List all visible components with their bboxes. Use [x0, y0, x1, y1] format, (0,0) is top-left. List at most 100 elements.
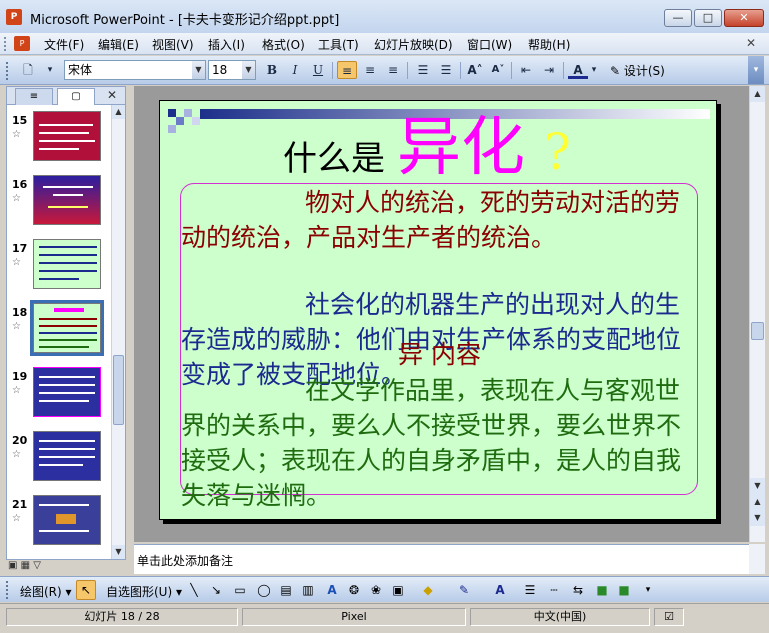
line-icon[interactable]: ╲	[186, 582, 202, 598]
draw-menu[interactable]: 绘图(R) ▾	[20, 583, 72, 600]
slide-preview[interactable]	[30, 300, 104, 356]
dash-style-icon[interactable]: ┄	[546, 582, 562, 598]
slide-thumbnail-18[interactable]: 18 ☆	[7, 300, 111, 361]
underline-button[interactable]: U	[308, 61, 328, 79]
scroll-thumb[interactable]	[113, 355, 124, 425]
autoshapes-menu[interactable]: 自选图形(U) ▾	[106, 583, 182, 600]
slide-scrollbar[interactable]: ▲ ▼ ▲ ▼	[749, 86, 765, 542]
document-icon[interactable]: P	[14, 36, 30, 51]
line-style-icon[interactable]: ☰	[522, 582, 538, 598]
tab-outline[interactable]: ≡	[15, 88, 53, 105]
slide-title-question[interactable]: ?	[544, 123, 571, 181]
slide-thumbnail-19[interactable]: 19 ☆	[7, 365, 111, 425]
menu-insert[interactable]: 插入(I)	[208, 36, 245, 53]
arrow-style-icon[interactable]: ⇆	[570, 582, 586, 598]
menu-help[interactable]: 帮助(H)	[528, 36, 570, 53]
powerpoint-app-icon[interactable]: P	[6, 9, 22, 25]
select-objects-icon[interactable]: ↖	[76, 580, 96, 600]
font-size-select[interactable]: 18 ▼	[208, 60, 256, 80]
menu-edit[interactable]: 编辑(E)	[98, 36, 139, 53]
menu-file[interactable]: 文件(F)	[44, 36, 84, 53]
vertical-textbox-icon[interactable]: ▥	[300, 582, 316, 598]
tab-slides[interactable]: ▢	[57, 88, 95, 105]
3d-style-icon[interactable]: ■	[616, 582, 632, 598]
previous-slide-icon[interactable]: ▲	[750, 494, 765, 510]
normal-view-icon[interactable]: ▣	[8, 560, 17, 571]
decrease-indent-icon[interactable]: ⇤	[516, 61, 536, 79]
slide-thumbnail-17[interactable]: 17 ☆	[7, 237, 111, 297]
scroll-up-icon[interactable]: ▲	[750, 86, 765, 102]
increase-font-icon[interactable]: A˄	[465, 61, 485, 79]
oval-icon[interactable]: ◯	[256, 582, 272, 598]
slide-title-prefix[interactable]: 什么是	[283, 131, 385, 180]
bullets-icon[interactable]: ☰	[436, 61, 456, 79]
picture-icon[interactable]: ▣	[390, 582, 406, 598]
document-close-icon[interactable]: ✕	[746, 36, 756, 50]
notes-pane[interactable]: 单击此处添加备注	[134, 544, 749, 574]
overlapping-text[interactable]: 异 内容	[398, 335, 481, 371]
slide-preview[interactable]	[33, 495, 101, 545]
slide-preview[interactable]	[33, 239, 101, 289]
decrease-font-icon[interactable]: A˅	[488, 61, 508, 79]
menu-grip[interactable]	[4, 37, 8, 51]
textbox-icon[interactable]: ▤	[278, 582, 294, 598]
chevron-down-icon[interactable]: ▼	[242, 61, 255, 79]
body-paragraph-3[interactable]: 在文学作品里，表现在人与客观世界的关系中，要么人不接受世界，要么世界不接受人；表…	[181, 373, 701, 513]
slide-preview[interactable]	[33, 111, 101, 161]
slide-title-emphasis[interactable]: 异化	[397, 113, 525, 184]
rectangle-icon[interactable]: ▭	[232, 582, 248, 598]
slide-preview[interactable]	[33, 367, 101, 417]
menu-window[interactable]: 窗口(W)	[467, 36, 512, 53]
toolbar-more-icon[interactable]: ▾	[40, 61, 60, 79]
fill-color-icon[interactable]: ◆	[420, 582, 436, 598]
close-button[interactable]: ✕	[724, 9, 764, 27]
align-left-icon[interactable]: ≡	[337, 61, 357, 79]
scroll-down-icon[interactable]: ▼	[750, 478, 765, 494]
slide-thumbnail-20[interactable]: 20 ☆	[7, 429, 111, 489]
pane-close-icon[interactable]: ✕	[107, 88, 117, 102]
chevron-down-icon[interactable]: ▾	[588, 61, 600, 79]
menu-slideshow[interactable]: 幻灯片放映(D)	[374, 36, 453, 53]
notes-scrollbar[interactable]	[749, 544, 765, 574]
toolbar-options-icon[interactable]: ▾	[640, 582, 656, 598]
line-color-icon[interactable]: ✎	[456, 582, 472, 598]
bold-button[interactable]: B	[262, 61, 282, 79]
slide-preview[interactable]	[33, 175, 101, 225]
chevron-down-icon[interactable]: ▼	[192, 61, 205, 79]
menu-view[interactable]: 视图(V)	[152, 36, 194, 53]
next-slide-icon[interactable]: ▼	[750, 510, 765, 526]
font-color-icon[interactable]: A	[492, 582, 508, 598]
scroll-down-icon[interactable]: ▼	[112, 545, 125, 559]
menu-format[interactable]: 格式(O)	[262, 36, 305, 53]
slide-thumbnail-21[interactable]: 21 ☆	[7, 493, 111, 553]
align-center-icon[interactable]: ≡	[360, 61, 380, 79]
minimize-button[interactable]: —	[664, 9, 692, 27]
notes-placeholder[interactable]: 单击此处添加备注	[137, 552, 233, 569]
new-document-icon[interactable]: 🗋	[18, 61, 38, 79]
maximize-button[interactable]: □	[694, 9, 722, 27]
body-paragraph-1[interactable]: 物对人的统治，死的劳动对活的劳动的统治，产品对生产者的统治。	[181, 185, 701, 255]
font-color-icon[interactable]: A	[568, 61, 588, 79]
arrow-icon[interactable]: ↘	[208, 582, 224, 598]
clipart-icon[interactable]: ❀	[368, 582, 384, 598]
slide-preview[interactable]	[33, 431, 101, 481]
font-name-select[interactable]: 宋体 ▼	[64, 60, 206, 80]
toolbar-grip[interactable]	[6, 62, 9, 80]
slide-thumbnail-16[interactable]: 16 ☆	[7, 173, 111, 233]
thumbnail-scrollbar[interactable]: ▲ ▼	[111, 105, 125, 559]
slide-thumbnail-15[interactable]: 15 ☆	[7, 109, 111, 169]
wordart-icon[interactable]: A	[324, 582, 340, 598]
numbering-icon[interactable]: ☰	[413, 61, 433, 79]
scroll-up-icon[interactable]: ▲	[112, 105, 125, 119]
slide-design-button[interactable]: ✎ 设计(S)	[610, 62, 665, 79]
scroll-thumb[interactable]	[751, 322, 764, 340]
current-slide[interactable]: 什么是 异化 ? 物对人的统治，死的劳动对活的劳动的统治，产品对生产者的统治。 …	[159, 100, 717, 520]
slideshow-view-icon[interactable]: ▽	[33, 560, 41, 571]
diagram-icon[interactable]: ❂	[346, 582, 362, 598]
increase-indent-icon[interactable]: ⇥	[539, 61, 559, 79]
shadow-style-icon[interactable]: ■	[594, 582, 610, 598]
spelling-check-icon[interactable]: ☑	[654, 608, 684, 626]
toolbar-grip[interactable]	[6, 581, 9, 599]
align-right-icon[interactable]: ≡	[383, 61, 403, 79]
italic-button[interactable]: I	[285, 61, 305, 79]
